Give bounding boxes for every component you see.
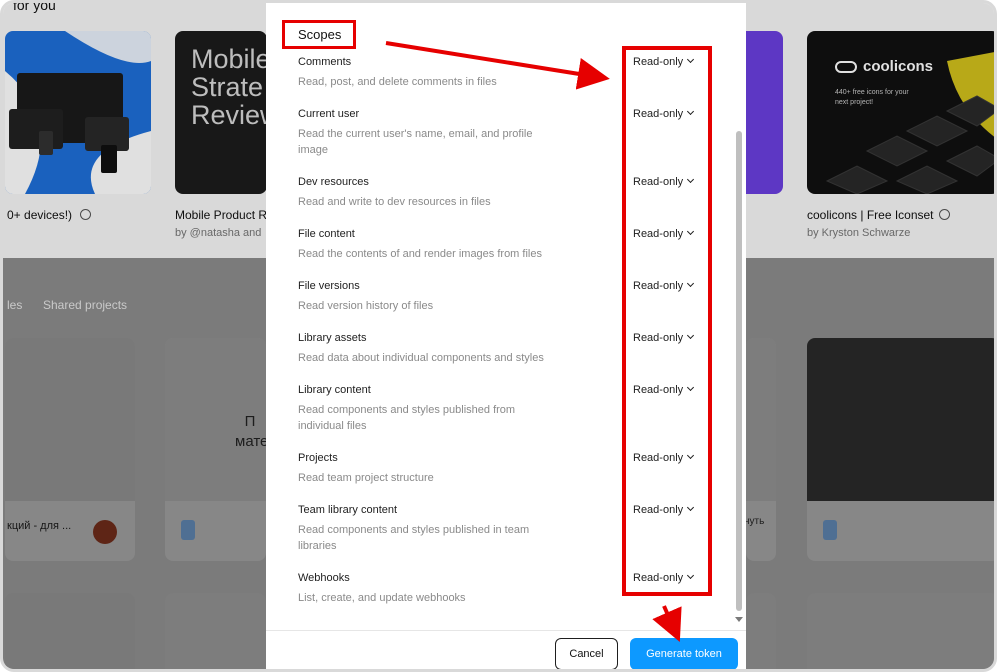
scope-description: Read the current user's name, email, and…	[298, 128, 533, 156]
scope-name: Library content	[298, 384, 371, 396]
generate-token-button[interactable]: Generate token	[630, 638, 738, 669]
scope-description: Read and write to dev resources in files	[298, 196, 491, 208]
scope-description: Read version history of files	[298, 300, 434, 312]
scope-description: Read components and styles published fro…	[298, 404, 516, 432]
scope-name: File versions	[298, 280, 360, 292]
annotation-box-selects	[622, 46, 712, 596]
cancel-button[interactable]: Cancel	[555, 638, 618, 669]
scope-name: Dev resources	[298, 176, 369, 188]
scope-description: Read team project structure	[298, 472, 434, 484]
scope-description: Read the contents of and render images f…	[298, 248, 542, 260]
scope-description: Read components and styles published in …	[298, 524, 530, 552]
footer-divider	[266, 630, 746, 631]
scope-name: Team library content	[298, 504, 398, 516]
scope-description: Read data about individual components an…	[298, 352, 544, 364]
scope-name: Projects	[298, 452, 338, 464]
annotation-box-scopes	[282, 20, 356, 49]
scope-description: List, create, and update webhooks	[298, 592, 466, 604]
scrollbar-thumb[interactable]	[736, 131, 742, 611]
scope-name: Library assets	[298, 332, 367, 344]
scope-name: File content	[298, 228, 355, 240]
scope-description: Read, post, and delete comments in files	[298, 76, 497, 88]
scope-name: Webhooks	[298, 572, 350, 584]
app-window: for you 0+ devices!) Mobile Strate Revie…	[0, 0, 997, 672]
scope-name: Comments	[298, 56, 352, 68]
scroll-down-arrow-icon[interactable]	[735, 617, 743, 622]
scope-name: Current user	[298, 108, 360, 120]
